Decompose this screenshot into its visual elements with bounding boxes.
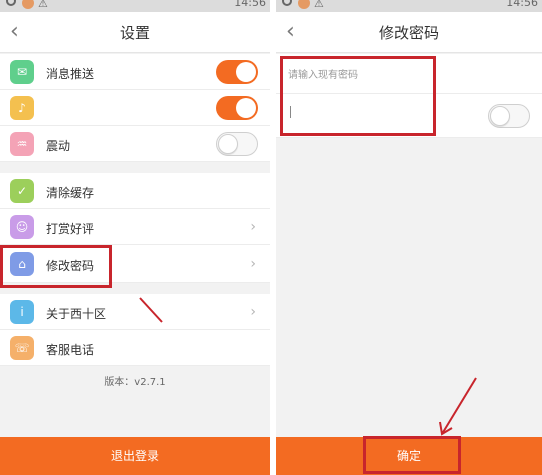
change-password-screen: ⚠ 14:56 ‹ 修改密码 请输入现有密码 确定 bbox=[276, 0, 542, 475]
avatar bbox=[22, 0, 34, 9]
smile-icon: ☺ bbox=[10, 215, 34, 239]
arrow-annotation bbox=[139, 297, 163, 323]
settings-header: ‹ 设置 bbox=[0, 12, 270, 53]
status-time: 14:56 bbox=[234, 0, 266, 9]
setting-label: 打赏好评 bbox=[46, 222, 95, 236]
settings-screen: ⚠ 14:56 ‹ 设置 ✉ 消息推送 ♪ ♒ 震动 ✓ 清除缓存 ☺ 打赏好评… bbox=[0, 0, 270, 475]
setting-label: 关于西十区 bbox=[46, 307, 107, 321]
password-header: ‹ 修改密码 bbox=[276, 12, 542, 53]
page-title: 修改密码 bbox=[378, 24, 439, 42]
status-bar: ⚠ 14:56 bbox=[276, 0, 542, 12]
vibrate-toggle[interactable] bbox=[216, 132, 258, 156]
avatar bbox=[298, 0, 310, 9]
chevron-right-icon: › bbox=[250, 256, 256, 272]
show-password-toggle[interactable] bbox=[488, 104, 530, 128]
status-time: 14:56 bbox=[506, 0, 538, 9]
page-title: 设置 bbox=[119, 24, 150, 42]
setting-label: 震动 bbox=[46, 139, 71, 153]
push-toggle[interactable] bbox=[216, 60, 258, 84]
setting-row-customer-service[interactable]: ☏ 客服电话 bbox=[0, 330, 270, 366]
broom-icon: ✓ bbox=[10, 179, 34, 203]
arrow-annotation bbox=[439, 377, 477, 436]
search-icon bbox=[6, 0, 16, 6]
setting-row-rate[interactable]: ☺ 打赏好评 › bbox=[0, 209, 270, 245]
version-text: 版本：v2.7.1 bbox=[104, 377, 166, 388]
vibrate-icon: ♒ bbox=[10, 132, 34, 156]
highlight-box bbox=[0, 245, 112, 288]
sound-toggle[interactable] bbox=[216, 96, 258, 120]
setting-label: 客服电话 bbox=[46, 343, 95, 357]
highlight-box bbox=[280, 56, 436, 136]
status-bar: ⚠ 14:56 bbox=[0, 0, 270, 12]
search-icon bbox=[282, 0, 292, 6]
logout-button[interactable]: 退出登录 bbox=[0, 437, 270, 475]
setting-row-clear-cache[interactable]: ✓ 清除缓存 bbox=[0, 173, 270, 209]
setting-row-push: ✉ 消息推送 bbox=[0, 54, 270, 90]
phone-icon: ☏ bbox=[10, 336, 34, 360]
warning-icon: ⚠ bbox=[314, 0, 324, 10]
highlight-box bbox=[363, 436, 461, 474]
chevron-right-icon: › bbox=[250, 304, 256, 320]
info-icon: i bbox=[10, 300, 34, 324]
warning-icon: ⚠ bbox=[38, 0, 48, 10]
setting-row-sound: ♪ bbox=[0, 90, 270, 126]
setting-label: 清除缓存 bbox=[46, 186, 95, 200]
setting-row-about[interactable]: i 关于西十区 › bbox=[0, 294, 270, 330]
message-icon: ✉ bbox=[10, 60, 34, 84]
chevron-right-icon: › bbox=[250, 219, 256, 235]
sound-icon: ♪ bbox=[10, 96, 34, 120]
setting-label: 消息推送 bbox=[46, 67, 95, 81]
setting-row-vibrate: ♒ 震动 bbox=[0, 126, 270, 162]
